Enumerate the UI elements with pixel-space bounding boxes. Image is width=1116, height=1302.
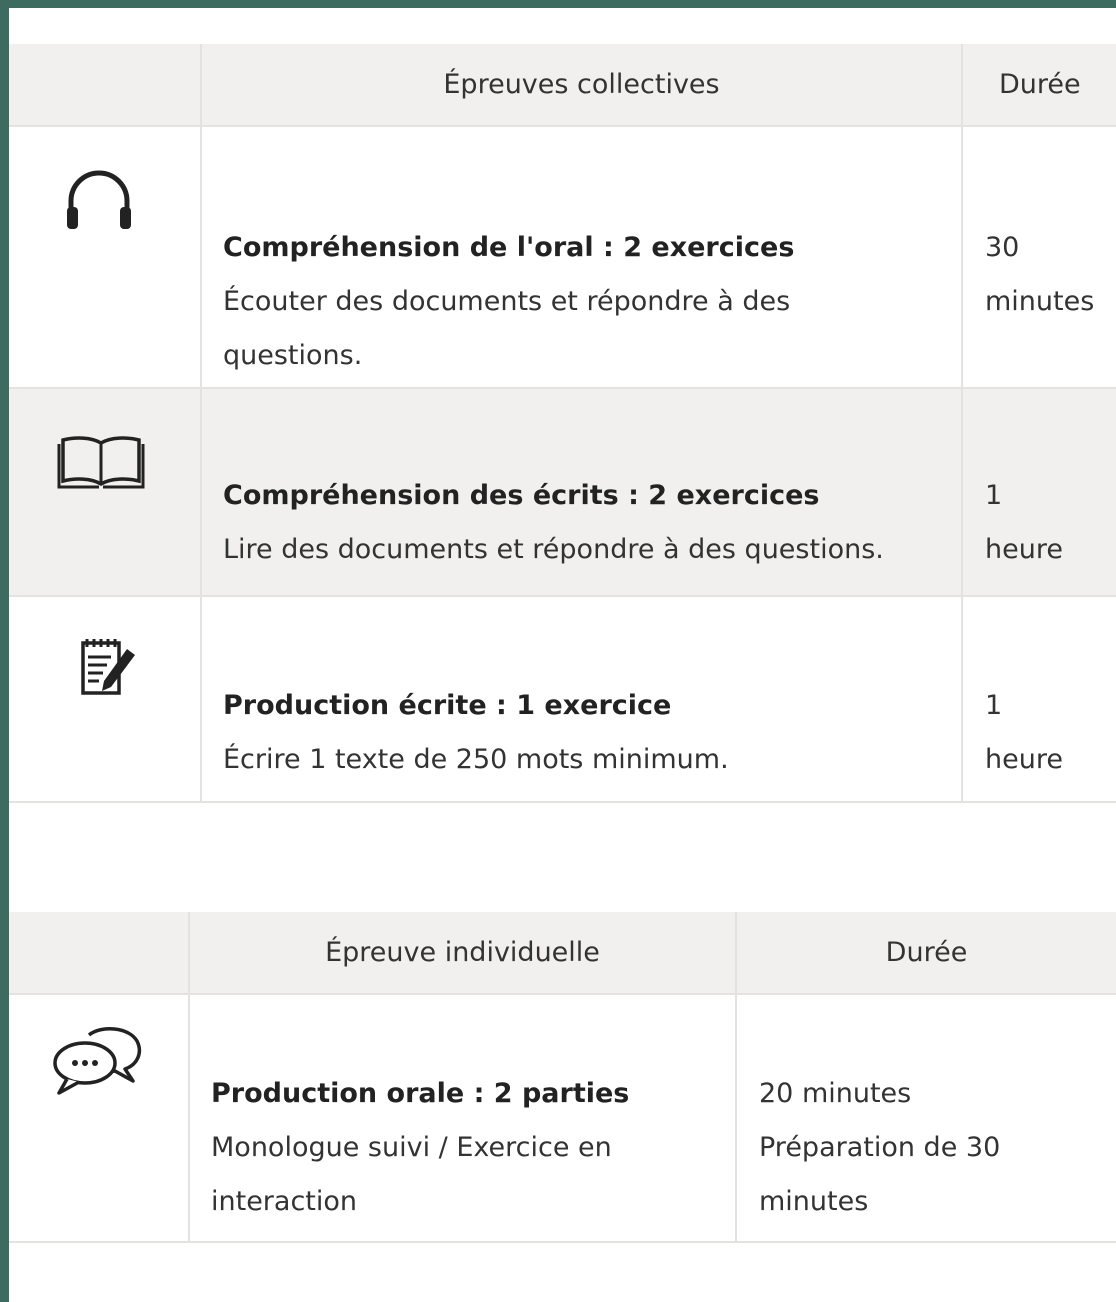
icon-cell: [9, 595, 201, 803]
header-tests: Épreuves collectives: [200, 44, 962, 126]
open-book-icon: [57, 436, 145, 489]
individual-test-table: Épreuve individuelle Durée Production or…: [9, 912, 1116, 1243]
test-description-cell: Production écrite : 1 exercice Écrire 1 …: [200, 595, 962, 803]
icon-cell: [9, 993, 189, 1243]
header-empty-cell: [9, 44, 201, 126]
duration-cell: 1 heure: [961, 387, 1116, 597]
header-duration: Durée: [961, 44, 1116, 126]
duration-cell: 30 minutes: [961, 125, 1116, 389]
header-duration: Durée: [735, 912, 1116, 994]
headphones-icon: [67, 170, 131, 229]
duration-cell: 20 minutes Préparation de 30 minutes: [735, 993, 1116, 1243]
notepad-pencil-icon: [81, 639, 135, 695]
table-header-row: Épreuve individuelle Durée: [9, 912, 1116, 994]
duration-cell: 1 heure: [961, 595, 1116, 803]
icon-cell: [9, 125, 201, 389]
header-test: Épreuve individuelle: [188, 912, 736, 994]
test-description-cell: Production orale : 2 parties Monologue s…: [188, 993, 736, 1243]
table-row: Production orale : 2 parties Monologue s…: [9, 993, 1116, 1243]
collective-tests-table: Épreuves collectives Durée Compréhension…: [9, 44, 1116, 803]
table-row: Production écrite : 1 exercice Écrire 1 …: [9, 595, 1116, 803]
test-description-cell: Compréhension de l'oral : 2 exercices Éc…: [200, 125, 962, 389]
icon-cell: [9, 387, 201, 597]
header-empty-cell: [9, 912, 189, 994]
table-row: Compréhension des écrits : 2 exercices L…: [9, 387, 1116, 597]
table-header-row: Épreuves collectives Durée: [9, 44, 1116, 126]
test-description-cell: Compréhension des écrits : 2 exercices L…: [200, 387, 962, 597]
speech-bubbles-icon: [53, 1027, 142, 1095]
table-row: Compréhension de l'oral : 2 exercices Éc…: [9, 125, 1116, 389]
